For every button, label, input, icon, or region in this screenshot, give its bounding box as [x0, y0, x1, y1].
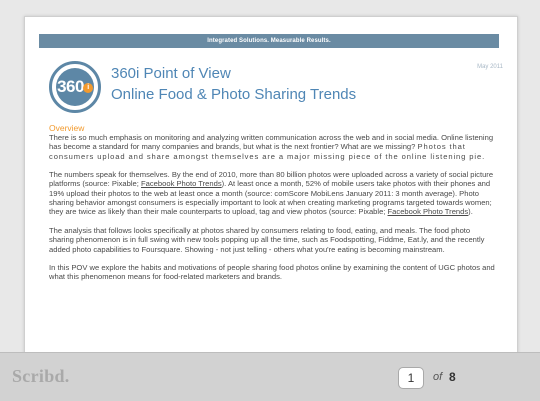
document-page: Integrated Solutions. Measurable Results…	[24, 16, 518, 363]
facebook-photo-trends-link[interactable]: Facebook Photo Trends	[141, 179, 222, 188]
logo-mark: 360 i	[56, 68, 94, 106]
paragraph-4: In this POV we explore the habits and mo…	[49, 263, 495, 282]
document-body: There is so much emphasis on monitoring …	[49, 133, 497, 291]
page-of-label: of	[433, 371, 443, 383]
publication-date: May 2011	[477, 64, 503, 70]
viewer-toolbar: Scribd. 1 of 8	[0, 352, 540, 401]
document-viewer[interactable]: Integrated Solutions. Measurable Results…	[0, 0, 540, 363]
paragraph-1: There is so much emphasis on monitoring …	[49, 133, 497, 161]
document-title-line2: Online Food & Photo Sharing Trends	[111, 86, 357, 103]
total-pages: 8	[449, 370, 456, 384]
page-number-input[interactable]: 1	[398, 367, 424, 389]
360i-logo: 360 i	[49, 61, 101, 113]
header-banner: Integrated Solutions. Measurable Results…	[39, 34, 499, 48]
paragraph-3: The analysis that follows looks specific…	[49, 225, 485, 254]
paragraph-2-part3: ).	[468, 207, 473, 217]
scribd-logo[interactable]: Scribd.	[12, 366, 70, 387]
paragraph-2: The numbers speak for themselves. By the…	[49, 170, 497, 216]
facebook-photo-trends-link-2[interactable]: Facebook Photo Trends	[388, 207, 469, 216]
document-title-line1: 360i Point of View	[111, 65, 231, 82]
logo-text: 360	[57, 77, 84, 96]
logo-dot: i	[82, 82, 93, 93]
section-heading: Overview	[49, 123, 85, 133]
